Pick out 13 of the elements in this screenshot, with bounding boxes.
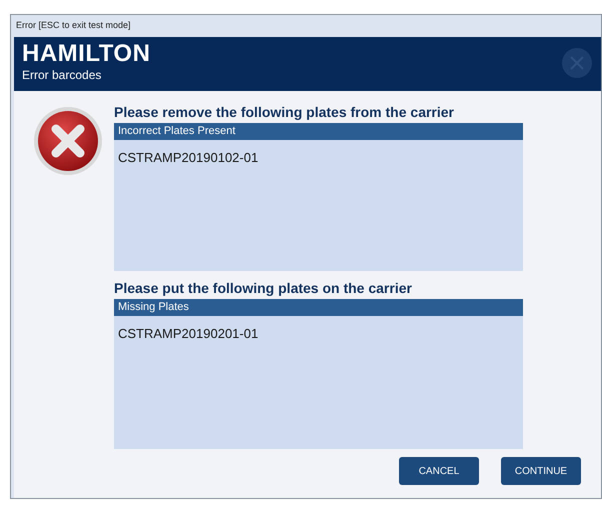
list-header: Missing Plates — [114, 299, 523, 316]
section-heading: Please remove the following plates from the carrier — [114, 103, 455, 121]
list-item[interactable]: CSTRAMP20190201-01 — [114, 316, 523, 344]
window-title: Error [ESC to exit test mode] — [16, 19, 131, 32]
continue-button[interactable]: CONTINUE — [501, 457, 581, 485]
emblem-icon — [561, 47, 593, 79]
list-item[interactable]: CSTRAMP20190102-01 — [114, 140, 523, 168]
list-header: Incorrect Plates Present — [114, 123, 523, 140]
error-icon — [32, 105, 104, 177]
cancel-button[interactable]: CANCEL — [399, 457, 479, 485]
header-subtitle: Error barcodes — [22, 67, 102, 83]
section-heading: Please put the following plates on the carrier — [114, 279, 413, 297]
logo: HAMILTON — [22, 41, 150, 67]
